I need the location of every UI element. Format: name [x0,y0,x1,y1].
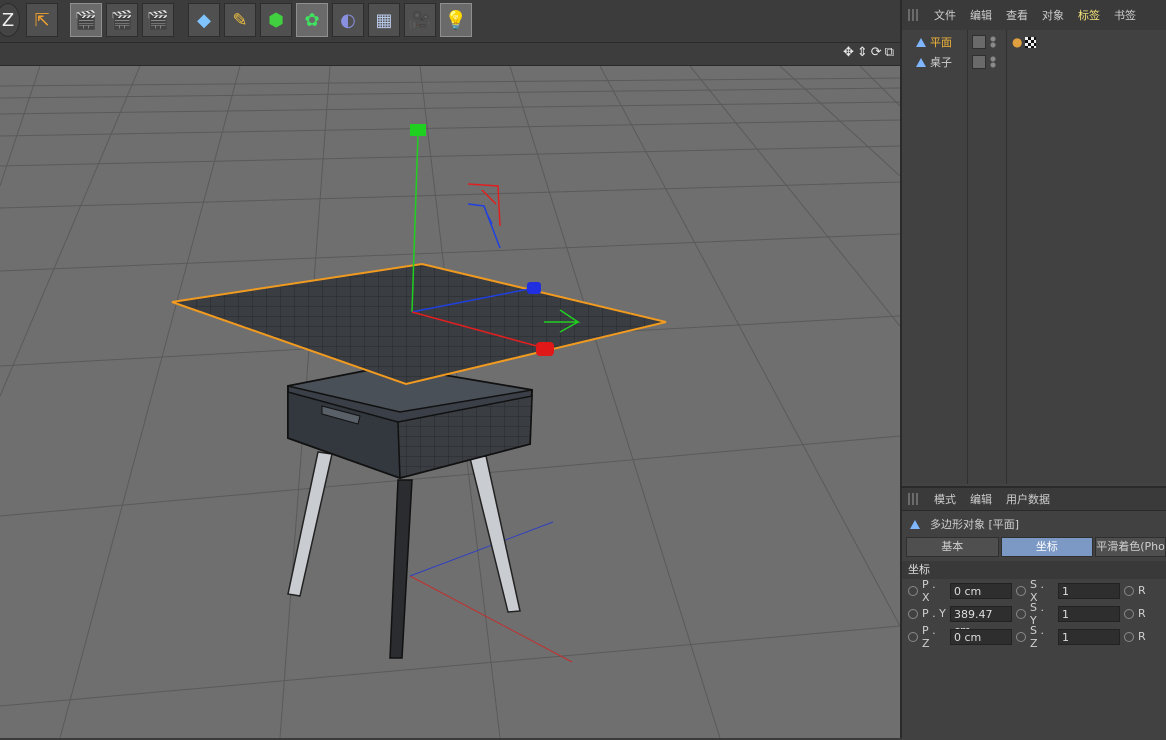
object-flags-column [968,30,1007,484]
3d-viewport[interactable] [0,66,900,738]
coord-row-z: P . Z 0 cm S . Z 1 R [902,623,1166,650]
material-tag-icon[interactable]: ● [1012,35,1022,49]
menu-bookmarks[interactable]: 书签 [1114,7,1136,23]
keyframe-radio[interactable] [908,631,918,642]
visibility-dots-icon[interactable] [990,36,996,48]
keyframe-radio[interactable] [1124,608,1134,619]
zoom-view-icon[interactable]: ⇕ [857,45,868,60]
toggle-view-icon[interactable]: ⧉ [885,45,894,60]
rotation-label: R [1138,584,1146,597]
polygon-object-icon [910,519,920,529]
object-flags-table [972,52,996,72]
selected-plane[interactable] [171,262,667,386]
layer-square-icon[interactable] [972,55,986,69]
coord-row-y: P . Y 389.47 cm S . Y 1 R [902,601,1166,637]
object-row-plane[interactable]: 平面 [916,32,952,52]
object-tags-plane: ● [1012,32,1037,52]
scale-x-field[interactable]: 1 [1058,582,1120,599]
polygon-object-icon [916,37,926,47]
logo-z-icon[interactable]: Z [0,3,20,37]
render-settings-icon[interactable]: 🎬 [142,3,174,37]
light-icon[interactable]: 💡 [440,3,472,37]
object-name-column [902,30,968,484]
scale-z-label: S . Z [1030,623,1044,650]
menu-edit[interactable]: 编辑 [970,7,992,23]
table-legs [287,451,521,659]
render-view-icon[interactable]: 🎬 [70,3,102,37]
object-name: 桌子 [930,56,952,69]
menu-object[interactable]: 对象 [1042,7,1064,23]
visibility-dots-icon[interactable] [990,56,996,68]
object-manager-menubar: 文件 编辑 查看 对象 标签 书签 [902,0,1166,31]
deformer-icon[interactable]: ◐ [332,3,364,37]
section-coordinates: 坐标 [902,561,1166,579]
layer-square-icon[interactable] [972,35,986,49]
rotate-view-icon[interactable]: ⟳ [871,45,882,60]
polygon-object-icon [916,57,926,67]
object-flags-plane [972,32,996,52]
render-picture-viewer-icon[interactable]: 🎬 [106,3,138,37]
attribute-manager-menubar: 模式 编辑 用户数据 [902,488,1166,511]
keyframe-radio[interactable] [1124,585,1134,596]
viewport-scene [0,66,900,738]
keyframe-radio[interactable] [1016,585,1026,596]
scale-y-field[interactable]: 1 [1058,605,1120,622]
attribute-title: 多边形对象 [平面] [902,511,1166,537]
attribute-manager: 模式 编辑 用户数据 多边形对象 [平面] 基本 坐标 平滑着色(Pho 坐标 … [902,486,1166,740]
rotation-label: R [1138,630,1146,643]
world-z-axis [409,521,554,577]
object-name: 平面 [930,36,952,49]
world-x-axis [409,575,573,663]
position-z-label: P . Z [922,623,936,650]
coordinate-axis-icon[interactable]: ⇱ [26,3,58,37]
menu-tags[interactable]: 标签 [1078,7,1100,23]
scale-z-field[interactable]: 1 [1058,628,1120,645]
floor-environment-icon[interactable]: ▦ [368,3,400,37]
panel-grip-icon[interactable] [908,493,920,505]
position-y-label: P . Y [922,607,946,620]
position-x-field[interactable]: 0 cm [950,582,1012,599]
keyframe-radio[interactable] [908,608,918,619]
keyframe-radio[interactable] [1124,631,1134,642]
menu-mode[interactable]: 模式 [934,491,956,507]
viewport-nav-controls: ✥ ⇕ ⟳ ⧉ [843,45,894,60]
object-manager-list: 平面 ● 桌子 [902,30,1166,484]
position-x-label: P . X [922,577,936,604]
keyframe-radio[interactable] [1016,608,1026,619]
object-row-table[interactable]: 桌子 [916,52,952,72]
coord-row-x: P . X 0 cm S . X 1 R [902,577,1166,604]
attribute-title-text: 多边形对象 [平面] [930,518,1020,531]
move-view-icon[interactable]: ✥ [843,45,854,60]
rotation-label: R [1138,607,1146,620]
position-y-field[interactable]: 389.47 cm [950,605,1012,637]
tab-basic[interactable]: 基本 [906,537,999,557]
tab-phong[interactable]: 平滑着色(Pho [1095,537,1166,557]
cube-primitive-icon[interactable]: ◆ [188,3,220,37]
pen-spline-icon[interactable]: ✎ [224,3,256,37]
cloner-mograph-icon[interactable]: ✿ [296,3,328,37]
menu-view[interactable]: 查看 [1006,7,1028,23]
keyframe-radio[interactable] [908,585,918,596]
menu-edit[interactable]: 编辑 [970,491,992,507]
viewport-header: ✥ ⇕ ⟳ ⧉ [0,43,900,66]
menu-file[interactable]: 文件 [934,7,956,23]
attribute-tabs: 基本 坐标 平滑着色(Pho [902,537,1166,557]
menu-user-data[interactable]: 用户数据 [1006,491,1050,507]
right-panel: 文件 编辑 查看 对象 标签 书签 平面 ● 桌子 模式 编辑 用户数据 多边形… [900,0,1166,740]
keyframe-radio[interactable] [1016,631,1026,642]
texture-tag-icon[interactable] [1025,36,1037,48]
main-toolbar: Z ⇱ 🎬 🎬 🎬 ◆ ✎ ⬢ ✿ ◐ ▦ 🎥 💡 [0,0,900,43]
panel-grip-icon[interactable] [908,9,920,21]
tab-coordinates[interactable]: 坐标 [1000,537,1094,557]
camera-icon[interactable]: 🎥 [404,3,436,37]
subdivision-surface-icon[interactable]: ⬢ [260,3,292,37]
position-z-field[interactable]: 0 cm [950,628,1012,645]
